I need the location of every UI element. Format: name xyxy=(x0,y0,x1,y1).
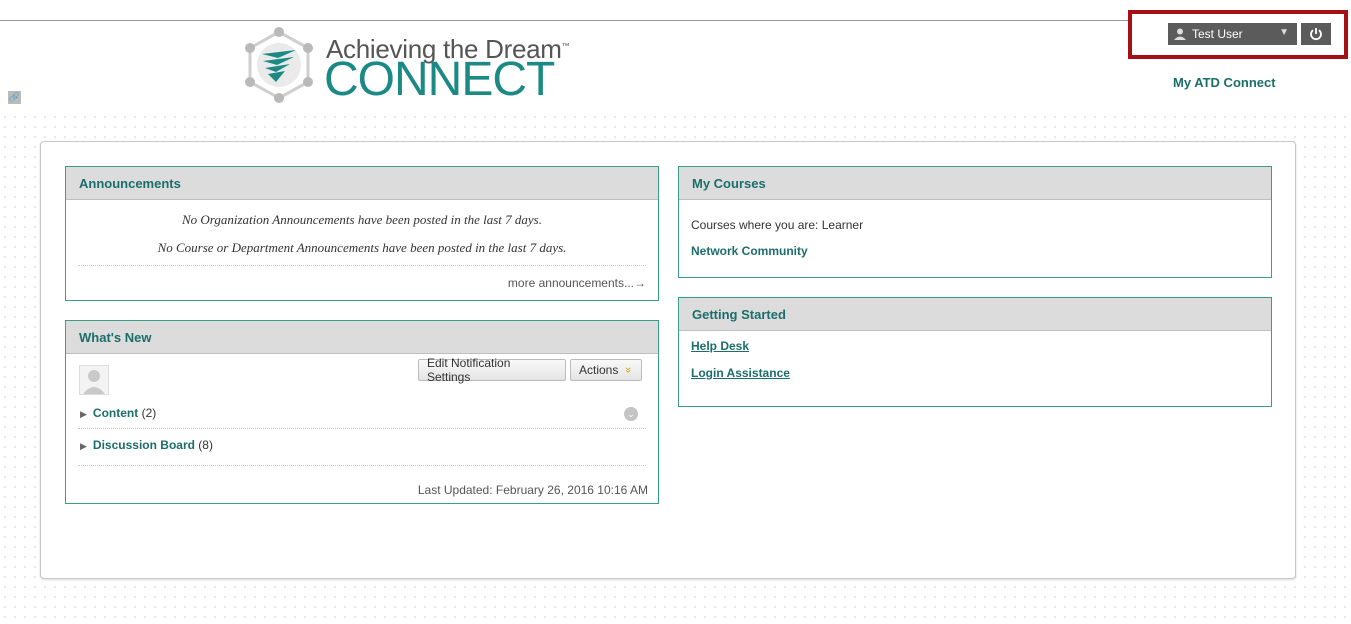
list-item[interactable]: ▶ Content (2) xyxy=(80,406,156,420)
user-name-label: Test User xyxy=(1192,27,1243,41)
course-link-network-community[interactable]: Network Community xyxy=(691,244,808,258)
list-item[interactable]: ▶ Discussion Board (8) xyxy=(80,438,213,452)
login-assistance-link[interactable]: Login Assistance xyxy=(691,366,790,380)
triangle-right-icon: ▶ xyxy=(80,441,87,451)
double-chevron-icon: » xyxy=(622,366,635,374)
actions-label: Actions xyxy=(579,363,619,377)
atd-connect-logo[interactable]: Achieving the Dream™ CONNECT xyxy=(238,24,570,106)
actions-button[interactable]: Actions » xyxy=(570,359,642,381)
last-updated-text: Last Updated: February 26, 2016 10:16 AM xyxy=(417,483,648,497)
user-placeholder-icon xyxy=(83,370,105,394)
chevron-down-icon: ▼ xyxy=(1279,27,1289,38)
getting-started-title: Getting Started xyxy=(679,298,1271,331)
item-divider xyxy=(78,465,646,466)
avatar xyxy=(79,365,109,395)
announcements-divider xyxy=(78,265,646,266)
announcements-module: Announcements No Organization Announceme… xyxy=(65,166,659,301)
whats-new-module: What's New Edit Notification Settings Ac… xyxy=(65,320,659,504)
whats-new-title: What's New xyxy=(66,321,658,354)
help-desk-link[interactable]: Help Desk xyxy=(691,339,749,353)
link-icon[interactable]: 🔗 xyxy=(8,91,21,104)
my-courses-module: My Courses Courses where you are: Learne… xyxy=(678,166,1272,278)
logo-text-connect: CONNECT xyxy=(324,53,555,106)
triangle-right-icon: ▶ xyxy=(80,409,87,419)
power-icon xyxy=(1310,28,1322,41)
user-avatar-icon xyxy=(1174,28,1186,40)
more-announcements-link[interactable]: more announcements...→ xyxy=(508,276,646,290)
user-menu-button[interactable]: Test User ▼ xyxy=(1168,23,1297,45)
my-courses-title: My Courses xyxy=(679,167,1271,200)
getting-started-module: Getting Started Help Desk Login Assistan… xyxy=(678,297,1272,407)
my-atd-connect-link[interactable]: My ATD Connect xyxy=(1173,75,1276,90)
edit-notification-settings-button[interactable]: Edit Notification Settings xyxy=(418,356,566,384)
logout-button[interactable] xyxy=(1301,23,1331,45)
item-divider xyxy=(78,428,646,429)
course-announcement-text: No Course or Department Announcements ha… xyxy=(157,240,567,255)
org-announcement-text: No Organization Announcements have been … xyxy=(182,212,542,227)
main-content-panel: Announcements No Organization Announceme… xyxy=(40,141,1296,579)
expand-chevron-icon[interactable]: ⌄ xyxy=(624,407,638,421)
announcements-title: Announcements xyxy=(66,167,658,200)
course-role-text: Courses where you are: Learner xyxy=(691,218,864,232)
logo-mark-icon xyxy=(245,27,313,103)
top-divider xyxy=(0,20,1130,21)
